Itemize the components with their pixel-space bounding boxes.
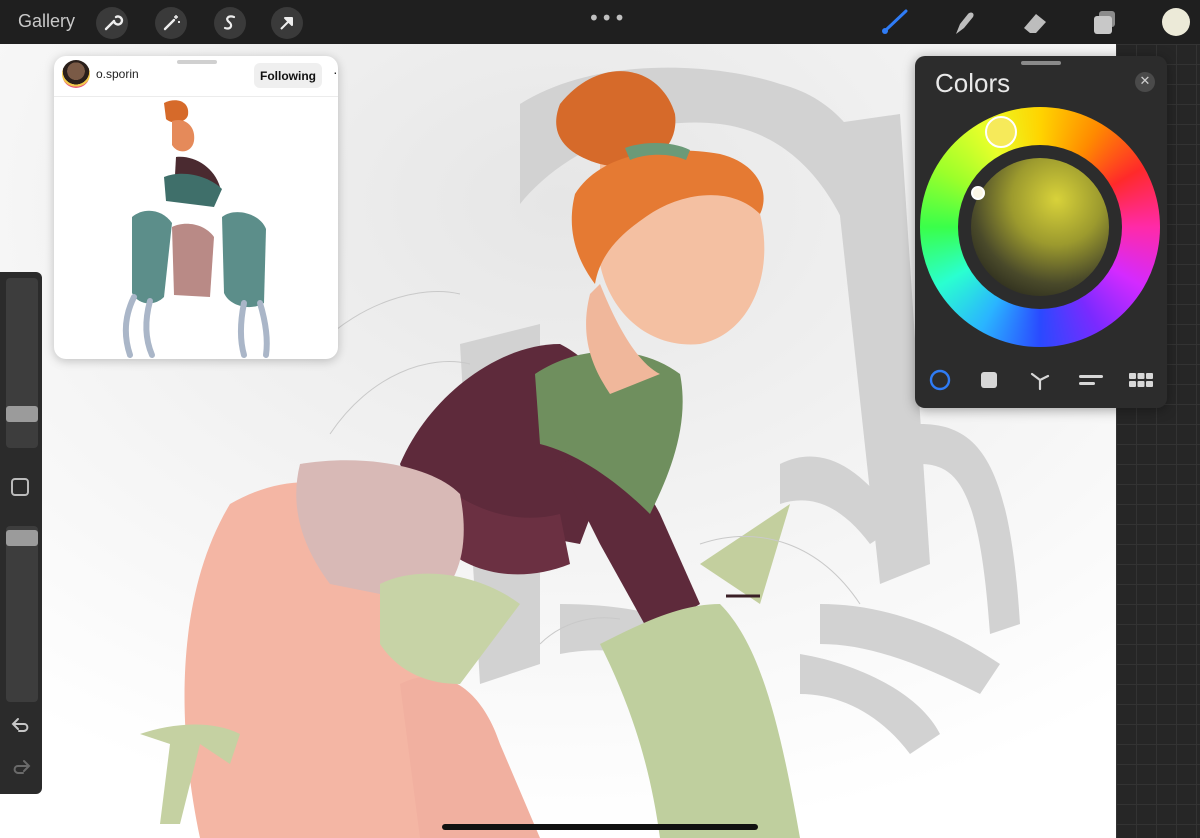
disc-icon[interactable] <box>928 368 952 392</box>
hue-knob[interactable] <box>985 116 1017 148</box>
reference-username[interactable]: o.sporin <box>96 67 139 81</box>
avatar[interactable] <box>62 60 90 88</box>
more-options-button[interactable]: ••• <box>588 6 626 30</box>
layers-icon[interactable] <box>1090 8 1120 36</box>
close-icon[interactable]: ✕ <box>1135 72 1155 92</box>
redo-icon[interactable] <box>9 758 33 778</box>
top-toolbar: Gallery ••• <box>0 0 1200 44</box>
reference-drag-handle[interactable] <box>177 60 217 64</box>
brush-icon[interactable] <box>880 8 910 36</box>
brush-size-slider[interactable] <box>6 278 38 448</box>
colors-title: Colors <box>935 68 1011 98</box>
arrow-cursor-icon[interactable] <box>271 7 303 39</box>
eraser-icon[interactable] <box>1020 8 1050 36</box>
reference-more-button[interactable]: · <box>333 64 338 80</box>
modify-button[interactable] <box>11 478 29 496</box>
colors-drag-handle[interactable] <box>1021 61 1061 65</box>
harmony-icon[interactable] <box>1028 368 1052 392</box>
opacity-slider[interactable] <box>6 526 38 702</box>
wrench-icon[interactable] <box>96 7 128 39</box>
brush-size-knob[interactable] <box>6 406 38 422</box>
undo-icon[interactable] <box>9 716 33 736</box>
current-color-swatch[interactable] <box>1162 8 1190 36</box>
saturation-knob[interactable] <box>971 186 985 200</box>
reference-window[interactable]: o.sporin Following · <box>54 56 338 359</box>
gallery-button[interactable]: Gallery <box>18 11 75 32</box>
saturation-brightness-disc[interactable] <box>971 158 1109 296</box>
left-sidebar <box>0 272 42 794</box>
reference-image <box>122 100 270 358</box>
selection-s-icon[interactable] <box>214 7 246 39</box>
magic-wand-icon[interactable] <box>155 7 187 39</box>
colors-panel: Colors ✕ <box>915 56 1167 408</box>
classic-icon[interactable] <box>977 368 1001 392</box>
opacity-knob[interactable] <box>6 530 38 546</box>
following-button[interactable]: Following <box>254 63 322 88</box>
smudge-icon[interactable] <box>950 8 980 36</box>
value-icon[interactable] <box>1077 368 1105 392</box>
home-indicator <box>442 824 758 830</box>
palettes-icon[interactable] <box>1127 368 1155 392</box>
